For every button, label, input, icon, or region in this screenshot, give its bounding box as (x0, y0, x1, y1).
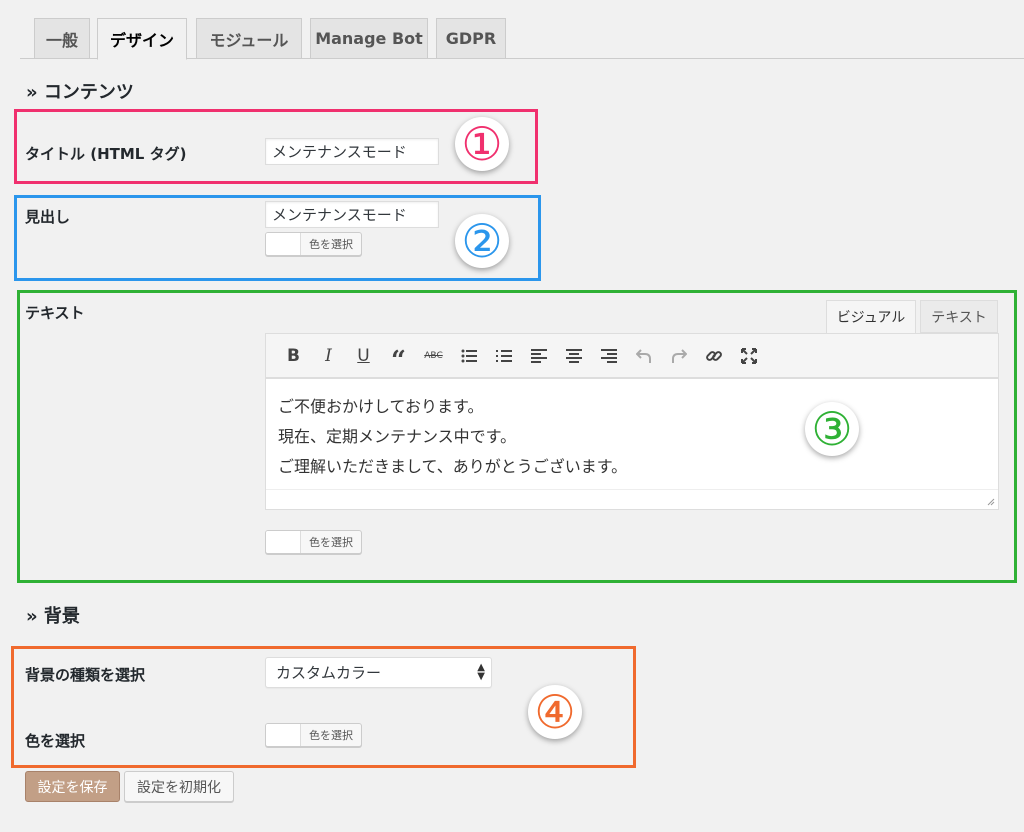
tab-design[interactable]: デザイン (97, 18, 187, 60)
tab-gdpr[interactable]: GDPR (436, 18, 506, 59)
underline-icon[interactable]: U (346, 338, 381, 374)
editor-text-line: ご不便おかけしております。 (278, 397, 484, 416)
color-button-label: 色を選択 (309, 238, 353, 251)
title-field-label: タイトル (HTML タグ) (25, 145, 187, 163)
undo-icon[interactable] (626, 338, 661, 374)
annotation-badge-2: ② (455, 214, 509, 268)
editor-text-line: ご理解いただきまして、ありがとうございます。 (278, 457, 628, 476)
bullet-list-icon[interactable] (451, 338, 486, 374)
fullscreen-icon[interactable] (731, 338, 766, 374)
align-left-icon[interactable] (521, 338, 556, 374)
color-swatch (266, 531, 301, 553)
bg-color-label: 色を選択 (25, 732, 86, 750)
heading-input[interactable]: メンテナンスモード (265, 201, 439, 228)
color-swatch (266, 233, 301, 255)
tab-manage-bot[interactable]: Manage Bot (310, 18, 428, 59)
bg-type-selected-value: カスタムカラー (276, 664, 382, 682)
reset-settings-button[interactable]: 設定を初期化 (124, 771, 234, 802)
editor-toolbar: B I U “ ABC (265, 333, 999, 378)
annotation-badge-1: ① (455, 117, 509, 171)
editor-tab-visual[interactable]: ビジュアル (826, 300, 916, 334)
redo-icon[interactable] (661, 338, 696, 374)
contents-section-title: » コンテンツ (26, 82, 134, 103)
link-icon[interactable] (696, 338, 731, 374)
heading-field-label: 見出し (25, 208, 71, 226)
save-settings-button[interactable]: 設定を保存 (25, 771, 120, 802)
bg-type-label: 背景の種類を選択 (25, 666, 146, 684)
resize-handle-icon[interactable] (987, 498, 995, 506)
annotation-badge-3: ③ (805, 402, 859, 456)
text-color-picker-button[interactable]: 色を選択 (265, 530, 362, 554)
heading-color-picker-button[interactable]: 色を選択 (265, 232, 362, 256)
color-button-label: 色を選択 (309, 536, 353, 549)
annotation-badge-4: ④ (528, 685, 582, 739)
tab-modules[interactable]: モジュール (196, 18, 302, 59)
select-arrows-icon: ▲ ▼ (477, 662, 485, 682)
italic-icon[interactable]: I (311, 338, 346, 374)
title-input[interactable]: メンテナンスモード (265, 138, 439, 165)
color-swatch (266, 724, 301, 746)
strikethrough-icon[interactable]: ABC (416, 338, 451, 374)
text-field-label: テキスト (25, 304, 85, 322)
background-section-title: » 背景 (26, 606, 80, 627)
bold-icon[interactable]: B (276, 338, 311, 374)
bg-type-select[interactable]: カスタムカラー ▲ ▼ (265, 657, 492, 688)
numbered-list-icon[interactable] (486, 338, 521, 374)
color-button-label: 色を選択 (309, 729, 353, 742)
blockquote-icon[interactable]: “ (381, 333, 416, 379)
align-right-icon[interactable] (591, 338, 626, 374)
editor-statusbar-divider (266, 489, 998, 490)
bg-color-picker-button[interactable]: 色を選択 (265, 723, 362, 747)
editor-tab-text[interactable]: テキスト (920, 300, 998, 333)
align-center-icon[interactable] (556, 338, 591, 374)
editor-content-area[interactable]: ご不便おかけしております。 現在、定期メンテナンス中です。 ご理解いただきまして… (265, 378, 999, 510)
editor-text-line: 現在、定期メンテナンス中です。 (278, 427, 517, 446)
tab-general[interactable]: 一般 (34, 18, 90, 59)
